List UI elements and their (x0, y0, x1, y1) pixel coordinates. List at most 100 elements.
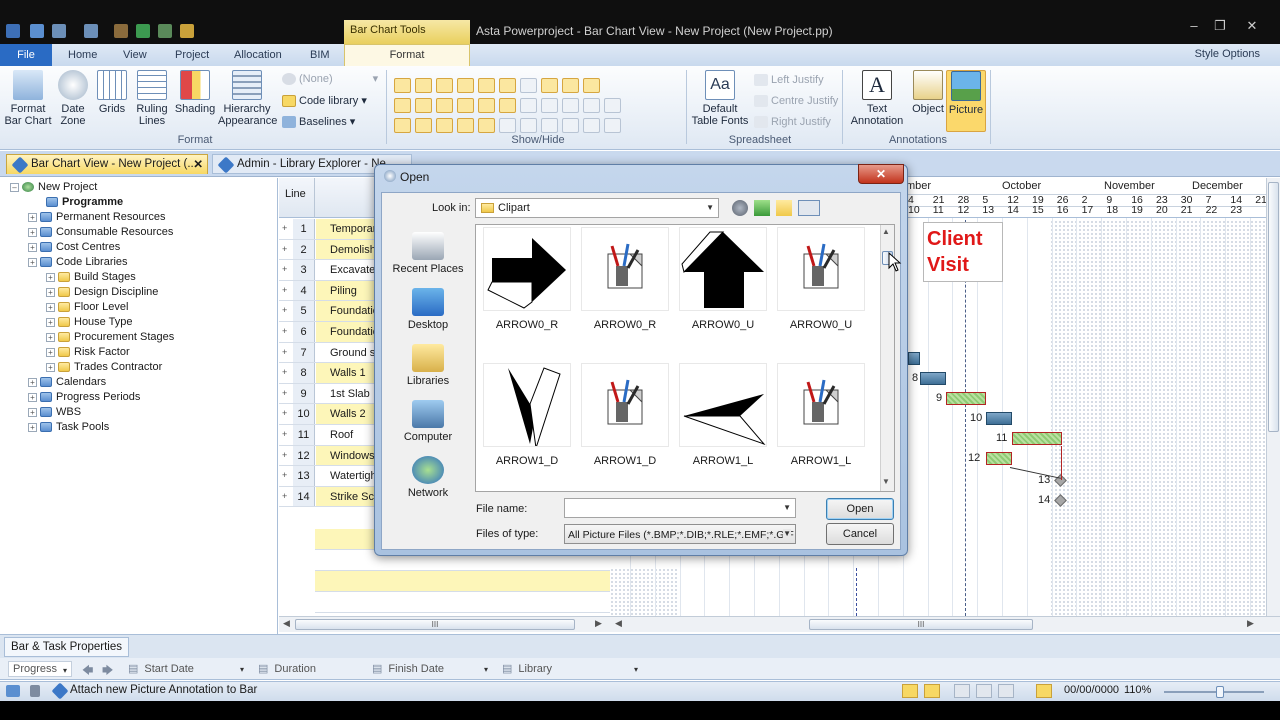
show-hide-toggle-icon[interactable] (436, 98, 453, 113)
expand-row-icon[interactable]: + (282, 408, 290, 418)
expand-row-icon[interactable]: + (282, 285, 290, 295)
tree-node[interactable]: + Task Pools (28, 420, 109, 435)
tree-node[interactable]: + Procurement Stages (46, 330, 174, 345)
centre-justify-button[interactable]: Centre Justify (754, 95, 838, 108)
date-zone-button[interactable]: Date Zone (56, 70, 90, 127)
line-column-header[interactable]: Line (279, 178, 315, 218)
show-hide-toggle-icon[interactable] (394, 118, 411, 133)
horizontal-scroll-row[interactable]: ◀ III ▶ ◀ III ▶ (279, 616, 1280, 632)
task-bar[interactable] (946, 392, 986, 405)
expand-icon[interactable]: + (28, 242, 37, 252)
expand-row-icon[interactable]: + (282, 491, 290, 501)
show-hide-toggle-icon[interactable] (520, 78, 537, 93)
lock-icon[interactable] (30, 685, 40, 697)
task-bar[interactable] (1012, 432, 1062, 445)
tab-home[interactable]: Home (68, 49, 97, 61)
show-hide-toggle-icon[interactable] (604, 118, 621, 133)
undo-icon[interactable] (52, 24, 66, 38)
app-logo-icon[interactable] (6, 24, 20, 38)
scroll-left-icon[interactable]: ◀ (283, 618, 290, 629)
grid-scroll-thumb[interactable]: III (295, 619, 575, 630)
place-computer[interactable]: Computer (386, 400, 470, 443)
show-hide-toggle-icon[interactable] (520, 98, 537, 113)
tree-node[interactable]: + Code Libraries (28, 255, 128, 270)
show-hide-toggle-icon[interactable] (520, 118, 537, 133)
navigate-icon[interactable] (6, 685, 20, 697)
expand-row-icon[interactable]: + (282, 223, 290, 233)
tree-node[interactable]: + Consumable Resources (28, 225, 173, 240)
tools-icon[interactable] (114, 24, 128, 38)
expand-row-icon[interactable]: + (282, 347, 290, 357)
file-item[interactable]: ARROW1_D (482, 363, 572, 473)
expand-icon[interactable]: + (28, 422, 37, 432)
show-hide-toggle-icon[interactable] (394, 78, 411, 93)
tab-format[interactable]: Format (344, 44, 470, 66)
row-task-name[interactable]: Ground s (316, 343, 376, 363)
expand-icon[interactable]: + (28, 407, 37, 417)
row-task-name[interactable]: Roof (316, 425, 376, 445)
minimize-icon[interactable]: – (1182, 18, 1206, 34)
shading-button[interactable]: Shading (174, 70, 216, 115)
redo-icon[interactable] (84, 24, 98, 38)
tree-node[interactable]: + Progress Periods (28, 390, 140, 405)
folder-icon[interactable] (180, 24, 194, 38)
show-hide-toggle-icon[interactable] (457, 98, 474, 113)
tab-project[interactable]: Project (175, 49, 209, 61)
row-task-name[interactable]: Temporar (316, 219, 376, 239)
show-hide-toggle-icon[interactable] (478, 118, 495, 133)
show-hide-toggle-icon[interactable] (457, 78, 474, 93)
tree-node[interactable]: + Risk Factor (46, 345, 130, 360)
bar-task-properties-tab[interactable]: Bar & Task Properties (4, 637, 130, 657)
up-folder-icon[interactable] (754, 200, 770, 216)
tab-view[interactable]: View (123, 49, 147, 61)
show-hide-toggle-icon[interactable] (562, 98, 579, 113)
tree-node[interactable]: + Design Discipline (46, 285, 158, 300)
show-hide-toggle-icon[interactable] (415, 118, 432, 133)
show-hide-toggle-icon[interactable] (562, 118, 579, 133)
expand-icon[interactable]: + (46, 347, 55, 357)
tree-node[interactable]: + Permanent Resources (28, 210, 165, 225)
zoom-slider[interactable] (1164, 686, 1264, 698)
show-hide-toggle-icon[interactable] (583, 98, 600, 113)
client-visit-annotation[interactable]: Client Visit (923, 222, 1003, 282)
chain-icon[interactable] (924, 684, 940, 698)
task-bar[interactable] (986, 412, 1012, 425)
expand-icon[interactable]: + (28, 392, 37, 402)
tree-node-programme[interactable]: Programme (46, 195, 123, 210)
collapse-icon[interactable]: – (10, 182, 19, 192)
ruling-lines-button[interactable]: Ruling Lines (134, 70, 170, 127)
close-window-icon[interactable]: ✕ (1240, 18, 1264, 34)
row-task-name[interactable]: Strike Sca (316, 486, 376, 507)
row-task-name[interactable]: Piling (316, 280, 376, 301)
tree-node[interactable]: + Cost Centres (28, 240, 120, 255)
show-hide-toggle-icon[interactable] (541, 78, 558, 93)
scroll-right-icon[interactable]: ▶ (595, 618, 602, 629)
calendar-icon[interactable] (1036, 684, 1052, 698)
row-task-name[interactable]: 1st Slab (316, 384, 376, 404)
place-libraries[interactable]: Libraries (386, 344, 470, 387)
tree-node[interactable]: + Build Stages (46, 270, 136, 285)
picture-button[interactable]: Picture (946, 70, 986, 132)
expand-row-icon[interactable]: + (282, 450, 290, 460)
row-task-name[interactable]: Walls 1 (316, 363, 376, 383)
expand-row-icon[interactable]: + (282, 470, 290, 480)
task-bar[interactable] (920, 372, 946, 385)
expand-icon[interactable]: + (28, 212, 37, 222)
tree-node[interactable]: + WBS (28, 405, 81, 420)
place-recent-places[interactable]: Recent Places (386, 232, 470, 275)
library-field[interactable]: ▤ Library ▾ (498, 661, 642, 677)
tree-root[interactable]: – New Project (10, 180, 97, 195)
expand-icon[interactable]: + (46, 332, 55, 342)
empty-row[interactable] (315, 571, 610, 592)
empty-row[interactable] (315, 592, 610, 613)
chart-icon[interactable] (158, 24, 172, 38)
tree-node[interactable]: + House Type (46, 315, 133, 330)
progress-field[interactable]: Progress ▾ (8, 661, 72, 677)
doc-tab-bar-chart-view[interactable]: Bar Chart View - New Project (... ✕ (6, 154, 208, 174)
scroll-up-icon[interactable]: ▲ (882, 227, 890, 236)
new-folder-icon[interactable] (776, 200, 792, 216)
show-hide-toggle-icon[interactable] (415, 98, 432, 113)
grids-button[interactable]: Grids (96, 70, 128, 115)
show-hide-toggle-icon[interactable] (394, 98, 411, 113)
save-icon[interactable] (30, 24, 44, 38)
